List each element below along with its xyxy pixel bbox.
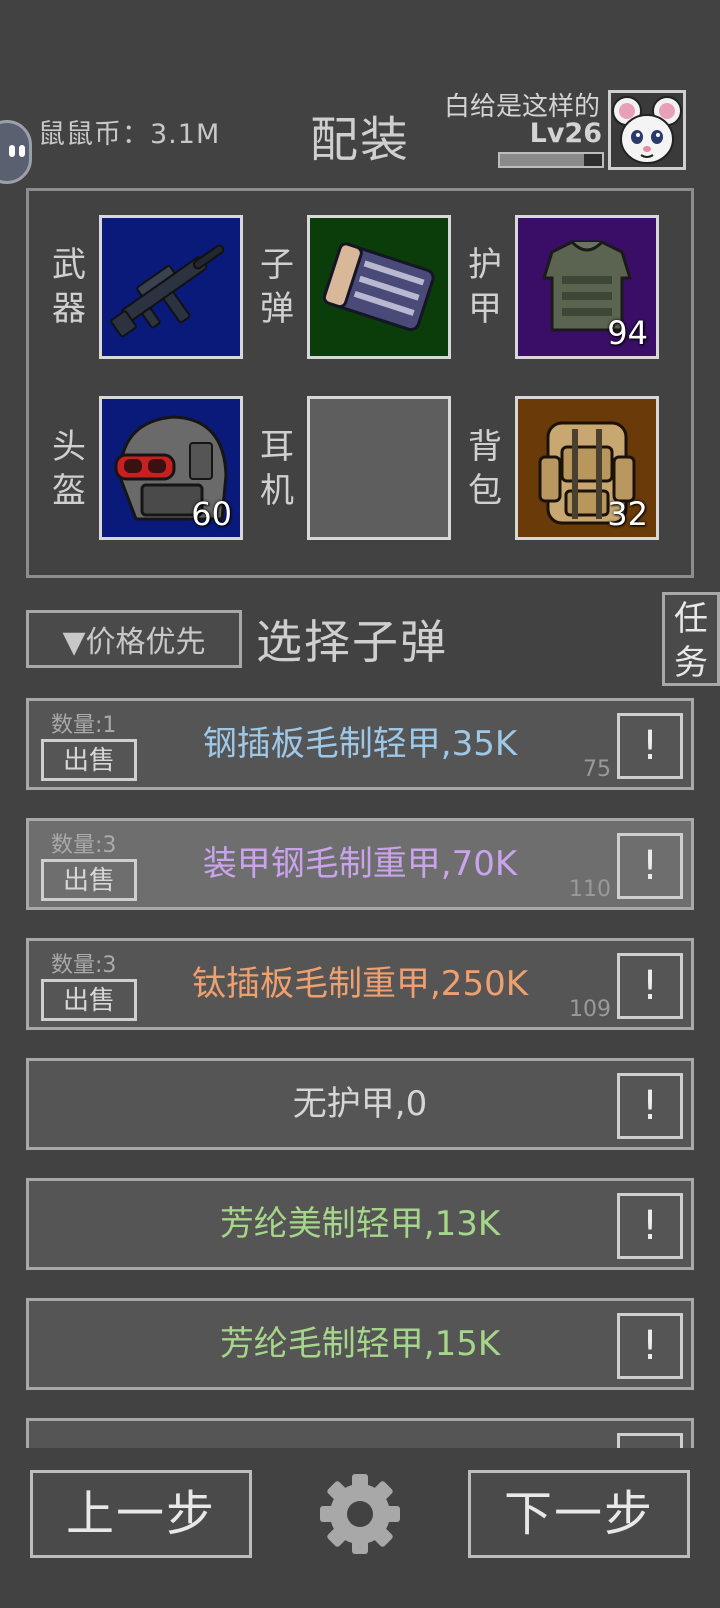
sell-button[interactable]: 出售 bbox=[41, 979, 137, 1021]
item-name: 钛插板毛制重甲,250K bbox=[192, 964, 528, 1004]
item-value: 75 bbox=[583, 757, 611, 782]
next-step-button[interactable]: 下一步 bbox=[468, 1470, 690, 1558]
info-button[interactable]: ! bbox=[617, 1073, 683, 1139]
list-item[interactable]: 数量:3 出售 装甲钢毛制重甲,70K 110 ! bbox=[26, 818, 694, 910]
item-list[interactable]: 数量:1 出售 钢插板毛制轻甲,35K 75 ! 数量:3 出售 装甲钢毛制重甲… bbox=[0, 690, 720, 1448]
headset-slot-label: 耳机 bbox=[260, 427, 294, 511]
helmet-durability: 60 bbox=[191, 495, 232, 533]
robot-face-icon bbox=[9, 145, 15, 157]
helmet-slot-label: 头盔 bbox=[52, 427, 86, 511]
item-name: 装甲钢毛制重甲,70K bbox=[202, 844, 518, 884]
list-item[interactable]: 数量:1 出售 钢插板毛制轻甲,35K 75 ! bbox=[26, 698, 694, 790]
list-item[interactable]: 芳纶美制轻甲,13K ! bbox=[26, 1178, 694, 1270]
item-value: 109 bbox=[569, 997, 611, 1022]
player-level: Lv26 bbox=[529, 118, 602, 149]
coin-balance: 鼠鼠币：3.1M bbox=[38, 112, 220, 151]
coin-value: 3.1M bbox=[150, 119, 221, 150]
backpack-slot-label: 背包 bbox=[468, 427, 502, 511]
rifle-icon bbox=[110, 244, 225, 338]
info-button[interactable]: ! bbox=[617, 1193, 683, 1259]
armor-slot-label: 护甲 bbox=[468, 245, 502, 329]
task-label-1: 任 bbox=[674, 599, 708, 639]
sort-by-price-button[interactable]: ▼价格优先 bbox=[26, 610, 242, 668]
helmet-slot[interactable]: 60 bbox=[99, 396, 243, 540]
headset-slot-empty[interactable] bbox=[307, 396, 451, 540]
info-button[interactable]: ! bbox=[617, 713, 683, 779]
info-button[interactable]: ! bbox=[617, 833, 683, 899]
xp-bar bbox=[498, 152, 604, 168]
page-title: 配装 bbox=[310, 112, 411, 168]
armor-durability: 94 bbox=[607, 314, 648, 352]
mouse-avatar-icon bbox=[611, 93, 683, 167]
weapon-slot[interactable] bbox=[99, 215, 243, 359]
section-title: 选择子弹 bbox=[256, 615, 448, 669]
avatar[interactable] bbox=[608, 90, 686, 170]
ammo-slot-label: 子弹 bbox=[260, 245, 294, 329]
item-name: 芳纶毛制轻甲,15K bbox=[219, 1324, 501, 1364]
backpack-durability: 32 bbox=[607, 495, 648, 533]
list-item[interactable]: 无护甲,0 ! bbox=[26, 1058, 694, 1150]
backpack-slot[interactable]: 32 bbox=[515, 396, 659, 540]
info-button-partial[interactable] bbox=[617, 1433, 683, 1448]
item-name: 钢插板毛制轻甲,35K bbox=[202, 724, 518, 764]
weapon-slot-label: 武器 bbox=[52, 245, 86, 329]
item-quantity: 数量:1 bbox=[51, 713, 117, 738]
item-quantity: 数量:3 bbox=[51, 833, 117, 858]
sell-button[interactable]: 出售 bbox=[41, 739, 137, 781]
item-name: 无护甲,0 bbox=[292, 1084, 428, 1124]
task-button[interactable]: 任 务 bbox=[662, 592, 720, 686]
coin-label: 鼠鼠币： bbox=[38, 119, 150, 150]
list-item[interactable]: 芳纶毛制轻甲,15K ! bbox=[26, 1298, 694, 1390]
list-item[interactable]: 数量:3 出售 钛插板毛制重甲,250K 109 ! bbox=[26, 938, 694, 1030]
gear-icon bbox=[320, 1474, 400, 1554]
ammo-box-icon bbox=[322, 242, 435, 332]
settings-button[interactable] bbox=[316, 1470, 404, 1558]
equipment-panel: 武器 子弹 护甲 94 头盔 60 耳机 背包 32 bbox=[26, 188, 694, 578]
sell-button[interactable]: 出售 bbox=[41, 859, 137, 901]
info-button[interactable]: ! bbox=[617, 1313, 683, 1379]
list-item-partial[interactable] bbox=[26, 1418, 694, 1448]
ammo-slot[interactable] bbox=[307, 215, 451, 359]
info-button[interactable]: ! bbox=[617, 953, 683, 1019]
item-quantity: 数量:3 bbox=[51, 953, 117, 978]
side-menu-handle[interactable] bbox=[0, 120, 32, 184]
armor-slot[interactable]: 94 bbox=[515, 215, 659, 359]
previous-step-button[interactable]: 上一步 bbox=[30, 1470, 252, 1558]
task-label-2: 务 bbox=[674, 643, 708, 683]
xp-fill bbox=[500, 154, 584, 166]
item-name: 芳纶美制轻甲,13K bbox=[219, 1204, 501, 1244]
item-value: 110 bbox=[569, 877, 611, 902]
